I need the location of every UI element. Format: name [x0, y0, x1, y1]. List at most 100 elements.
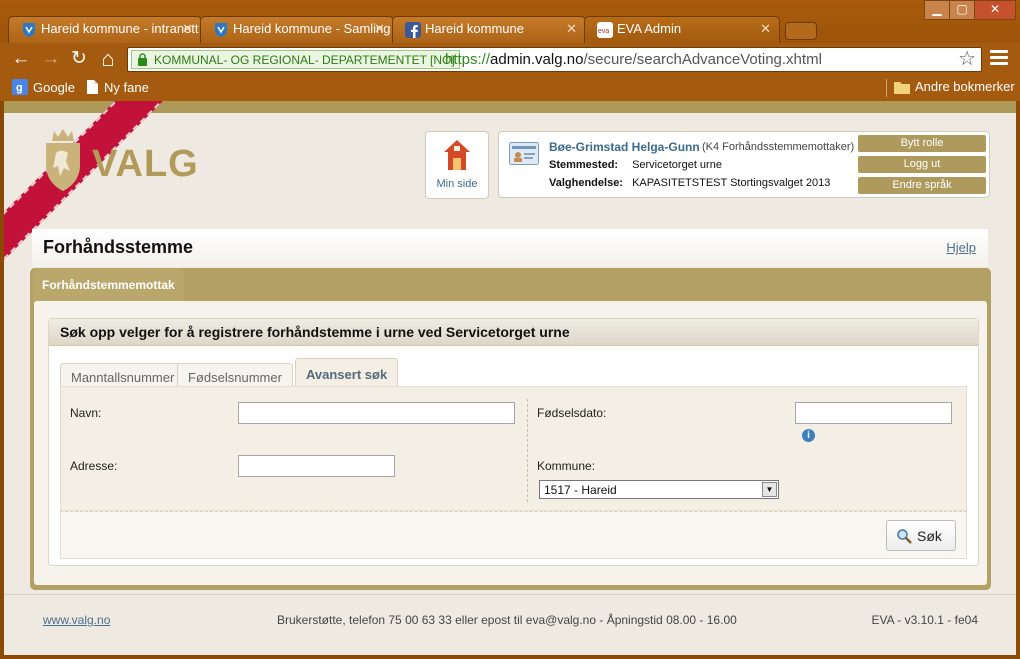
ev-badge-text: KOMMUNAL- OG REGIONAL- DEPARTEMENTET [NO… — [154, 53, 455, 67]
svg-text:g: g — [16, 82, 23, 94]
page-title-bar: Forhåndsstemme Hjelp — [32, 229, 988, 267]
facebook-icon — [405, 22, 421, 38]
endre-sprak-button[interactable]: Endre språk — [858, 177, 986, 194]
tab-manntallsnummer[interactable]: Manntallsnummer — [60, 363, 186, 388]
maximize-button[interactable]: ▢ — [949, 0, 975, 20]
page-icon — [87, 80, 98, 94]
tab-fodselsnummer[interactable]: Fødselsnummer — [177, 363, 293, 388]
google-icon: g — [12, 79, 28, 95]
panel-tab-forhandstemmemottak[interactable]: Forhåndstemmemottak — [33, 268, 184, 304]
stemmested-row: Stemmested: Servicetorget urne — [549, 159, 722, 171]
url-host: admin.valg.no — [490, 51, 584, 68]
close-tab-icon[interactable]: ✕ — [182, 21, 193, 37]
home-icon — [444, 140, 470, 170]
ev-certificate-badge[interactable]: KOMMUNAL- OG REGIONAL- DEPARTEMENTET [NO… — [131, 50, 460, 69]
shield-icon — [215, 23, 227, 37]
browser-tab-4-active[interactable]: eva EVA Admin ✕ — [584, 16, 780, 43]
valghendelse-label: Valghendelse: — [549, 177, 623, 189]
user-info-box: Bøe-Grimstad Helga-Gunn (K4 Forhåndsstem… — [498, 131, 990, 198]
user-role: (K4 Forhåndsstemmemottaker) — [702, 141, 855, 153]
adresse-input[interactable] — [238, 455, 395, 477]
home-button[interactable]: ⌂ — [97, 48, 119, 70]
kommune-selected-value: 1517 - Hareid — [544, 483, 617, 497]
footer-support-text: Brukerstøtte, telefon 75 00 63 33 eller … — [277, 613, 737, 627]
close-window-button[interactable]: ✕ — [974, 0, 1016, 20]
minimize-button[interactable]: ▁ — [924, 0, 950, 20]
address-bar[interactable]: KOMMUNAL- OG REGIONAL- DEPARTEMENTET [NO… — [127, 47, 982, 72]
fodselsdato-label: Fødselsdato: — [537, 406, 607, 420]
other-bookmarks-label: Andre bokmerker — [915, 79, 1015, 94]
forward-button[interactable]: → — [40, 48, 62, 70]
search-form: Navn: Adresse: Fødselsdato: i Kommune: 1… — [60, 386, 967, 511]
folder-icon — [894, 81, 910, 94]
browser-toolbar: ← → ↻ ⌂ KOMMUNAL- OG REGIONAL- DEPARTEME… — [0, 43, 1020, 76]
close-tab-icon[interactable]: ✕ — [374, 21, 385, 37]
tab-title: EVA Admin — [617, 21, 682, 36]
bookmark-ny-fane[interactable]: Ny fane — [86, 79, 149, 95]
tab-title: Hareid kommune - Samling — [233, 21, 391, 36]
tab-title: Hareid kommune - intranett — [41, 21, 199, 36]
tab-title: Hareid kommune — [425, 21, 524, 36]
valghendelse-value: KAPASITETSTEST Stortingsvalget 2013 — [632, 177, 831, 189]
section-title: Søk opp velger for å registrere forhånds… — [49, 319, 978, 346]
new-tab-button[interactable] — [785, 22, 817, 40]
back-button[interactable]: ← — [10, 48, 32, 70]
url-text: https://admin.valg.no/secure/searchAdvan… — [445, 51, 822, 68]
navn-label: Navn: — [70, 406, 102, 420]
browser-tab-3[interactable]: Hareid kommune ✕ — [392, 16, 586, 43]
bookmark-label: Google — [33, 79, 75, 95]
bookmark-star-icon[interactable]: ☆ — [958, 48, 976, 71]
svg-text:eva: eva — [598, 28, 609, 35]
min-side-label: Min side — [436, 178, 478, 190]
browser-tab-1[interactable]: Hareid kommune - intranett ✕ — [8, 16, 202, 43]
tab-avansert-sok[interactable]: Avansert søk — [295, 358, 399, 388]
footer-valg-link[interactable]: www.valg.no — [43, 613, 110, 627]
other-bookmarks-folder[interactable]: Andre bokmerker — [894, 79, 1015, 94]
valg-logo[interactable]: VALG — [92, 143, 199, 186]
reload-button[interactable]: ↻ — [68, 48, 90, 70]
browser-tab-2[interactable]: Hareid kommune - Samling ✕ — [200, 16, 394, 43]
valghendelse-row: Valghendelse: KAPASITETSTEST Stortingsva… — [549, 177, 830, 189]
panel-body: Søk opp velger for å registrere forhånds… — [34, 301, 987, 585]
form-column-divider — [527, 399, 528, 502]
bookmark-label: Ny fane — [104, 79, 149, 95]
search-icon — [897, 529, 912, 544]
kommune-select[interactable]: 1517 - Hareid ▼ — [539, 480, 779, 499]
help-link[interactable]: Hjelp — [946, 240, 976, 255]
footer: www.valg.no Brukerstøtte, telefon 75 00 … — [4, 594, 1016, 655]
search-button[interactable]: Søk — [886, 520, 956, 551]
page-content: VALG Min side Bøe-Grimstad Helga-Gunn (K… — [4, 101, 1016, 655]
user-name: Bøe-Grimstad Helga-Gunn — [549, 140, 700, 154]
browser-chrome: Hareid kommune - intranett ✕ Hareid komm… — [0, 0, 1020, 101]
bytt-rolle-button[interactable]: Bytt rolle — [858, 135, 986, 152]
id-card-icon — [509, 142, 539, 165]
page-title: Forhåndsstemme — [43, 237, 194, 257]
chevron-down-icon[interactable]: ▼ — [762, 482, 777, 497]
lock-icon — [138, 53, 147, 66]
adresse-label: Adresse: — [70, 459, 118, 473]
coat-of-arms-icon — [46, 129, 80, 191]
search-section: Søk opp velger for å registrere forhånds… — [48, 318, 979, 566]
button-row: Søk — [60, 511, 967, 559]
url-scheme: https:// — [445, 51, 491, 68]
bookmarks-bar: g Google Ny fane Andre bokmerker — [0, 76, 1020, 101]
search-button-label: Søk — [917, 528, 942, 544]
navn-input[interactable] — [238, 402, 515, 424]
fodselsdato-input[interactable] — [795, 402, 952, 424]
shield-icon — [23, 23, 35, 37]
main-panel: Forhåndstemmemottak Søk opp velger for å… — [30, 268, 991, 590]
logg-ut-button[interactable]: Logg ut — [858, 156, 986, 173]
stemmested-value: Servicetorget urne — [632, 159, 722, 171]
browser-menu-icon[interactable] — [990, 50, 1008, 68]
min-side-button[interactable]: Min side — [425, 131, 489, 199]
footer-version: EVA - v3.10.1 - fe04 — [871, 613, 978, 627]
close-tab-icon[interactable]: ✕ — [760, 21, 771, 37]
stemmested-label: Stemmested: — [549, 159, 619, 171]
bookmark-google[interactable]: g Google — [12, 79, 75, 95]
eva-icon: eva — [597, 22, 613, 38]
bookmarks-divider — [886, 79, 887, 97]
close-tab-icon[interactable]: ✕ — [566, 21, 577, 37]
kommune-label: Kommune: — [537, 459, 596, 473]
url-path: /secure/searchAdvanceVoting.xhtml — [583, 51, 822, 68]
info-icon[interactable]: i — [802, 429, 815, 442]
